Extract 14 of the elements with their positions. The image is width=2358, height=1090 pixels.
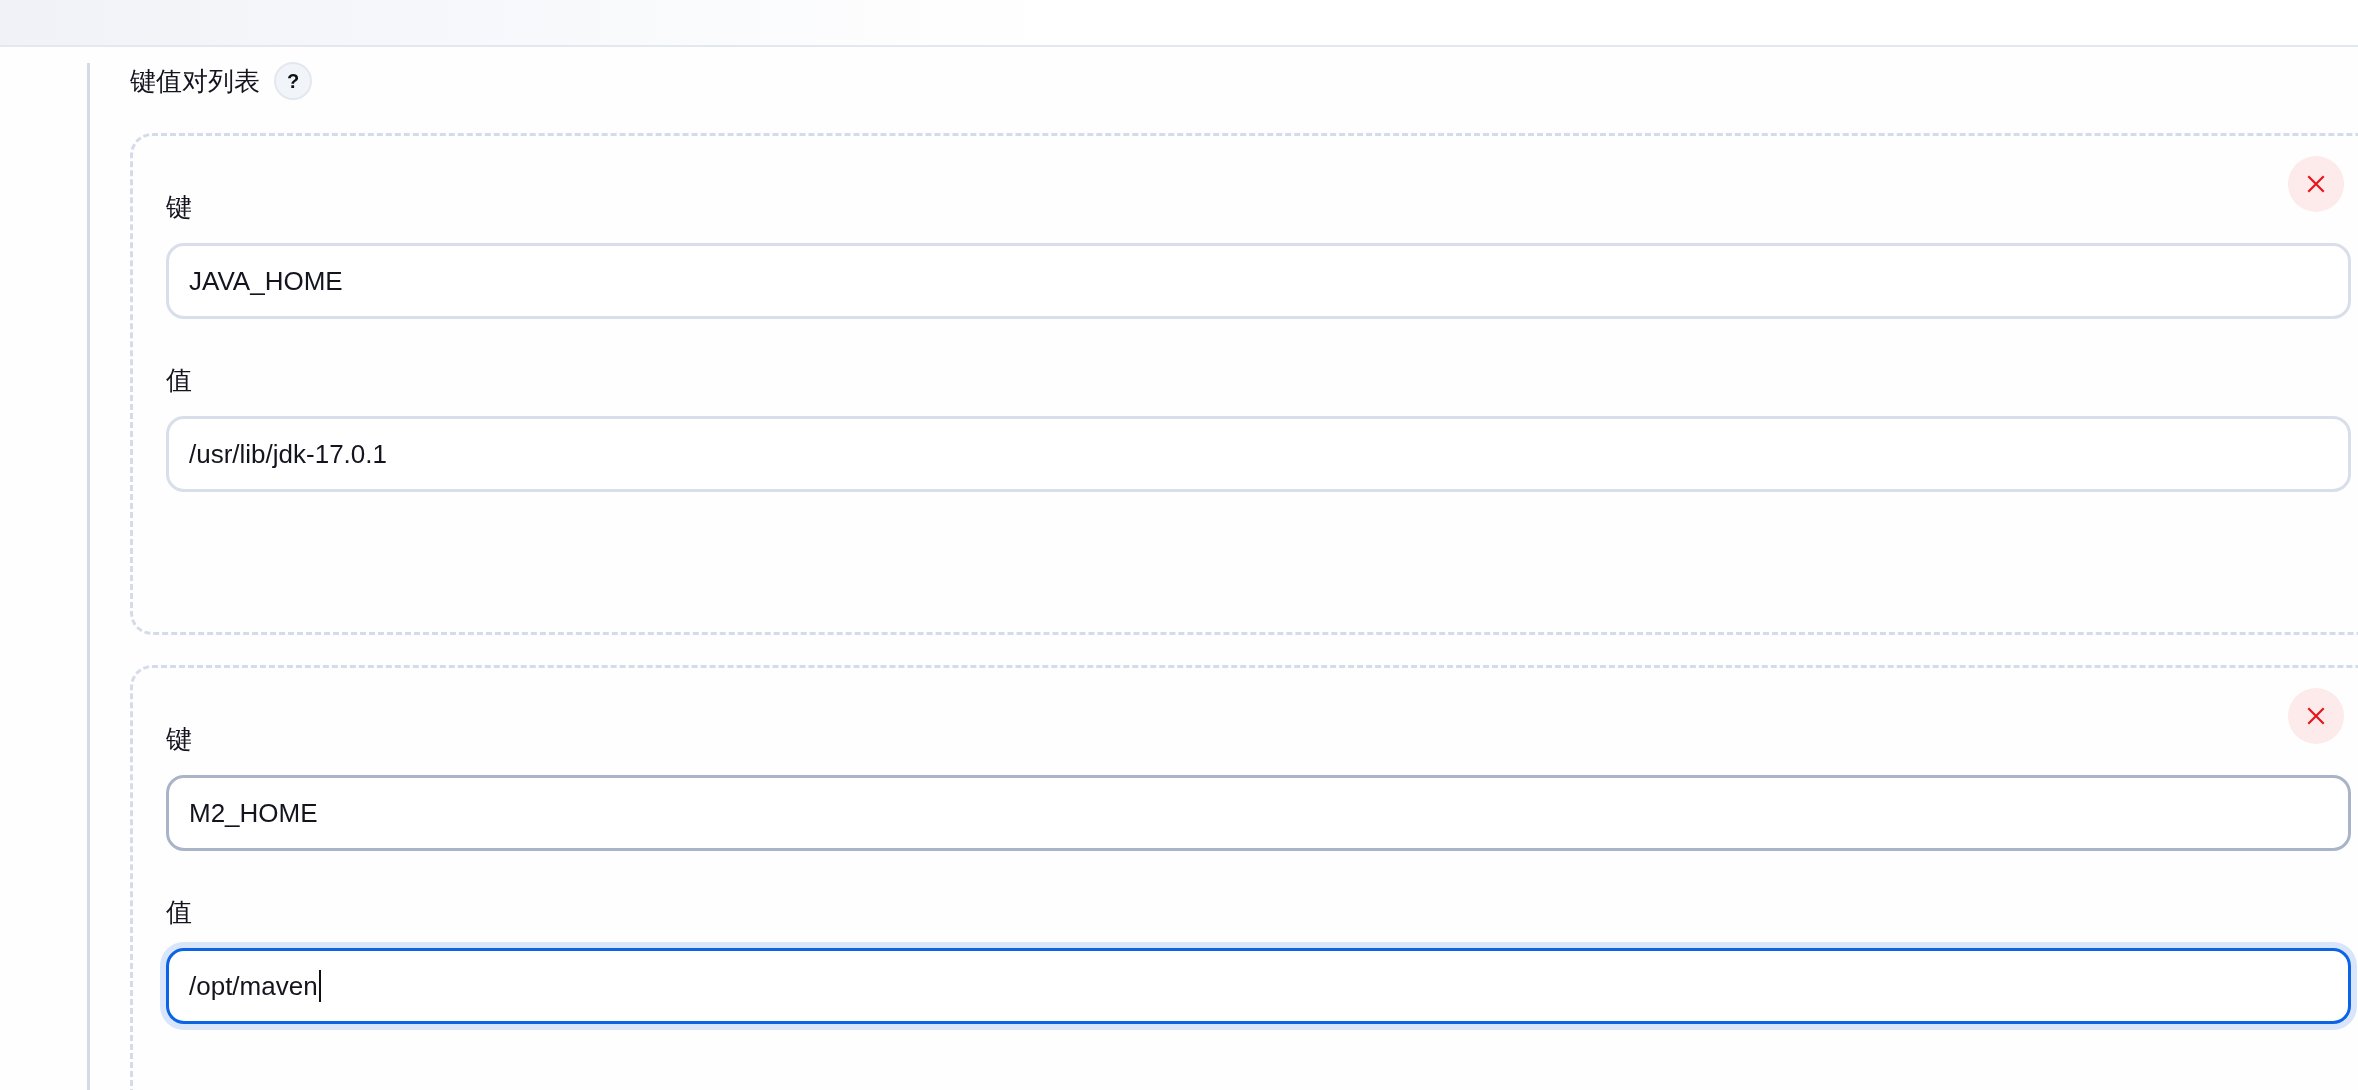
close-icon [2305,705,2327,727]
field-label: 键 [166,723,192,756]
field-label: 值 [166,364,192,397]
field-label: 键 [166,191,192,224]
text-cursor [318,970,321,1002]
close-icon [2305,173,2327,195]
field-label: 值 [166,896,192,929]
input-field[interactable]: M2_HOME [166,775,2351,851]
delete-button[interactable] [2288,688,2344,744]
section-title: 键值对列表 [130,64,260,98]
input-field[interactable]: JAVA_HOME [166,243,2351,319]
input-field[interactable]: /usr/lib/jdk-17.0.1 [166,416,2351,492]
delete-button[interactable] [2288,156,2344,212]
help-button[interactable]: ? [274,62,312,100]
